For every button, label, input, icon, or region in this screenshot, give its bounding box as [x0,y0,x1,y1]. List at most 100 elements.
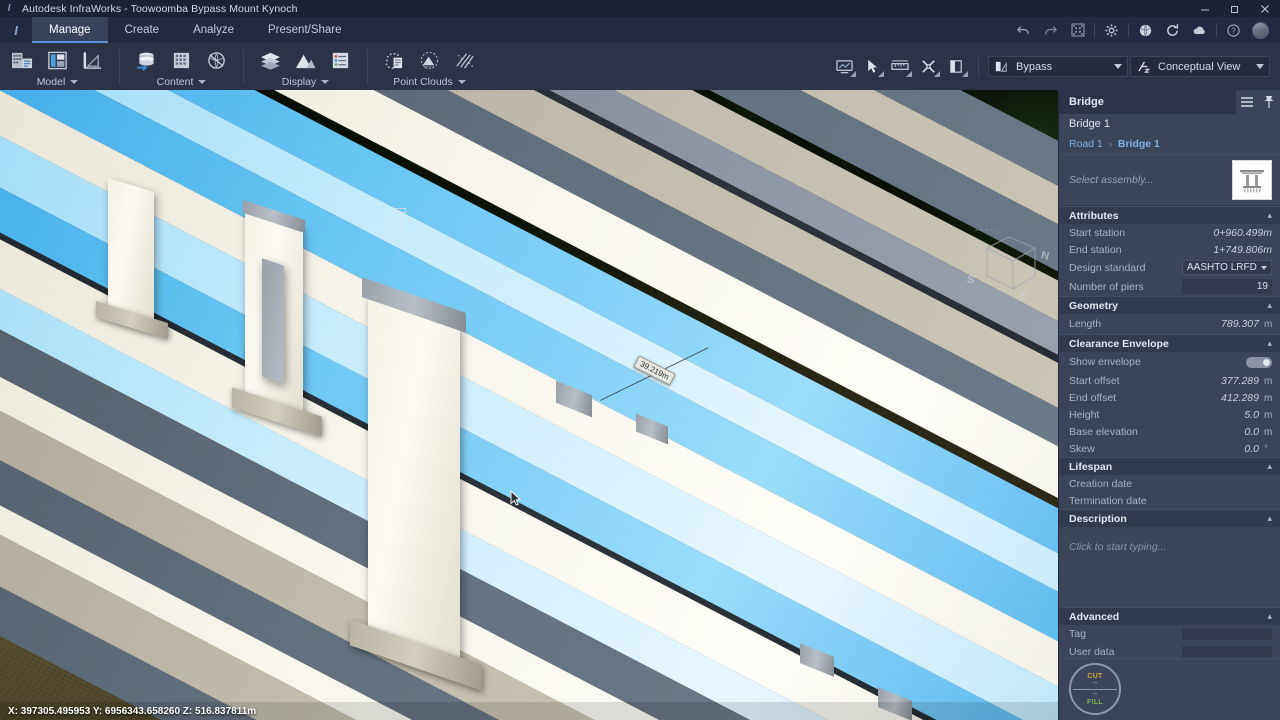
select-arrow-icon[interactable] [859,54,885,80]
chevron-up-icon[interactable]: ▴ [1267,338,1272,349]
tab-analyze[interactable]: Analyze [176,17,251,43]
design-standard-dropdown[interactable]: AASHTO LRFD [1182,260,1272,275]
model-viewport-3d[interactable]: 39.219m N S E X: 397 [0,90,1058,720]
tab-present-share[interactable]: Present/Share [251,17,359,43]
restore-button[interactable] [1220,0,1250,17]
point-cloud-terrain-icon[interactable] [413,45,446,75]
property-key: Show envelope [1069,356,1141,368]
chevron-up-icon[interactable]: ▴ [1267,611,1272,622]
chevron-up-icon[interactable]: ▴ [1267,210,1272,221]
property-key: Tag [1069,628,1086,640]
refresh-icon[interactable] [1159,17,1186,43]
property-key: End offset [1069,392,1116,404]
chevron-down-icon[interactable] [1256,64,1264,69]
bridge-structure [0,90,1058,720]
section-title: Description [1069,513,1127,525]
section-header-advanced[interactable]: Advanced ▴ [1059,607,1280,625]
pin-icon[interactable] [1258,90,1280,114]
show-envelope-toggle[interactable] [1246,357,1272,368]
ribbon-group-model: Model [0,43,115,90]
bridge-pier-thumbnail[interactable] [1232,160,1272,200]
section-header-attributes[interactable]: Attributes ▴ [1059,206,1280,224]
terrain-themes-icon[interactable] [289,45,322,75]
settings-gear-icon[interactable] [1098,17,1125,43]
section-header-lifespan[interactable]: Lifespan ▴ [1059,457,1280,475]
point-cloud-manager-icon[interactable] [378,45,411,75]
analysis-icon[interactable] [915,54,941,80]
property-key: Length [1069,318,1101,330]
value-unit: m [1264,393,1272,404]
globe-icon[interactable] [1132,17,1159,43]
chevron-up-icon[interactable]: ▴ [1267,461,1272,472]
presentation-icon[interactable] [831,54,857,80]
number-of-piers-input[interactable]: 19 [1182,279,1272,294]
divider [1216,23,1217,37]
layers-icon[interactable] [254,45,287,75]
hamburger-menu-icon[interactable] [1236,90,1258,114]
close-button[interactable] [1250,0,1280,17]
tag-input[interactable] [1182,628,1272,640]
model-properties-icon[interactable] [41,45,74,75]
section-icon[interactable] [943,54,969,80]
model-builder-icon[interactable] [200,45,233,75]
point-cloud-classify-icon[interactable] [448,45,481,75]
user-avatar[interactable] [1247,17,1274,43]
section-header-clearance-envelope[interactable]: Clearance Envelope ▴ [1059,334,1280,352]
section-header-description[interactable]: Description ▴ [1059,509,1280,527]
property-value: 0.0 m [1244,426,1272,438]
view-selector-label: Conceptual View [1158,61,1240,73]
undo-icon[interactable] [1010,17,1037,43]
model-proposal-selector[interactable]: Bypass [988,56,1128,77]
measure-icon[interactable] [887,54,913,80]
ribbon-group-point-clouds: Point Clouds [372,43,487,90]
property-key: Termination date [1069,495,1147,507]
value-unit: m [1264,319,1272,330]
chevron-up-icon[interactable]: ▴ [1267,513,1272,524]
help-icon[interactable]: ? [1220,17,1247,43]
chevron-down-icon[interactable] [1261,266,1267,270]
chevron-down-icon[interactable] [321,80,329,84]
ribbon-toolbar: Model [0,43,1280,90]
chevron-down-icon[interactable] [1114,64,1122,69]
bridge-pier [368,294,460,666]
view-cube[interactable]: N S E [965,218,1058,313]
object-name: Bridge 1 [1059,114,1280,134]
window-controls [1190,0,1280,17]
value-unit: m [1264,427,1272,438]
value-unit: ° [1264,444,1272,455]
breadcrumb-parent[interactable]: Road 1 [1069,138,1103,150]
property-row-length: Length 789.307 m [1059,314,1280,334]
chevron-down-icon[interactable] [458,80,466,84]
mouse-cursor [510,490,522,508]
chevron-down-icon[interactable] [70,80,78,84]
minimize-button[interactable] [1190,0,1220,17]
assembly-selector[interactable]: Select assembly... [1059,154,1280,206]
fill-value: -- [1093,691,1098,699]
cloud-icon[interactable] [1186,17,1213,43]
redo-icon[interactable] [1037,17,1064,43]
chevron-down-icon[interactable] [198,80,206,84]
tab-create[interactable]: Create [108,17,177,43]
cut-fill-gauge[interactable]: CUT -- -- FILL [1059,658,1280,720]
tab-label: Manage [49,24,91,36]
survey-marker-head [395,208,406,213]
tab-manage[interactable]: Manage [32,17,108,43]
description-textarea[interactable]: Click to start typing... [1059,527,1280,607]
breadcrumb-current[interactable]: Bridge 1 [1118,138,1160,150]
city-builder-icon[interactable] [165,45,198,75]
fullscreen-icon[interactable] [1064,17,1091,43]
window-title: Autodesk InfraWorks - Toowoomba Bypass M… [18,3,298,15]
legend-icon[interactable] [324,45,357,75]
property-key: Skew [1069,443,1095,455]
model-explorer-icon[interactable] [6,45,39,75]
survey-marker [400,212,401,236]
value-number: 789.307 [1221,318,1259,330]
chevron-up-icon[interactable]: ▴ [1267,300,1272,311]
section-header-geometry[interactable]: Geometry ▴ [1059,296,1280,314]
user-data-input[interactable] [1182,646,1272,658]
data-sources-icon[interactable] [130,45,163,75]
model-profile-icon[interactable] [76,45,109,75]
property-value: 5.0 m [1244,409,1272,421]
properties-panel: Bridge Bridge 1 Road 1 › Bridge 1 Select… [1058,90,1280,720]
visual-style-selector[interactable]: Conceptual View [1130,56,1270,77]
